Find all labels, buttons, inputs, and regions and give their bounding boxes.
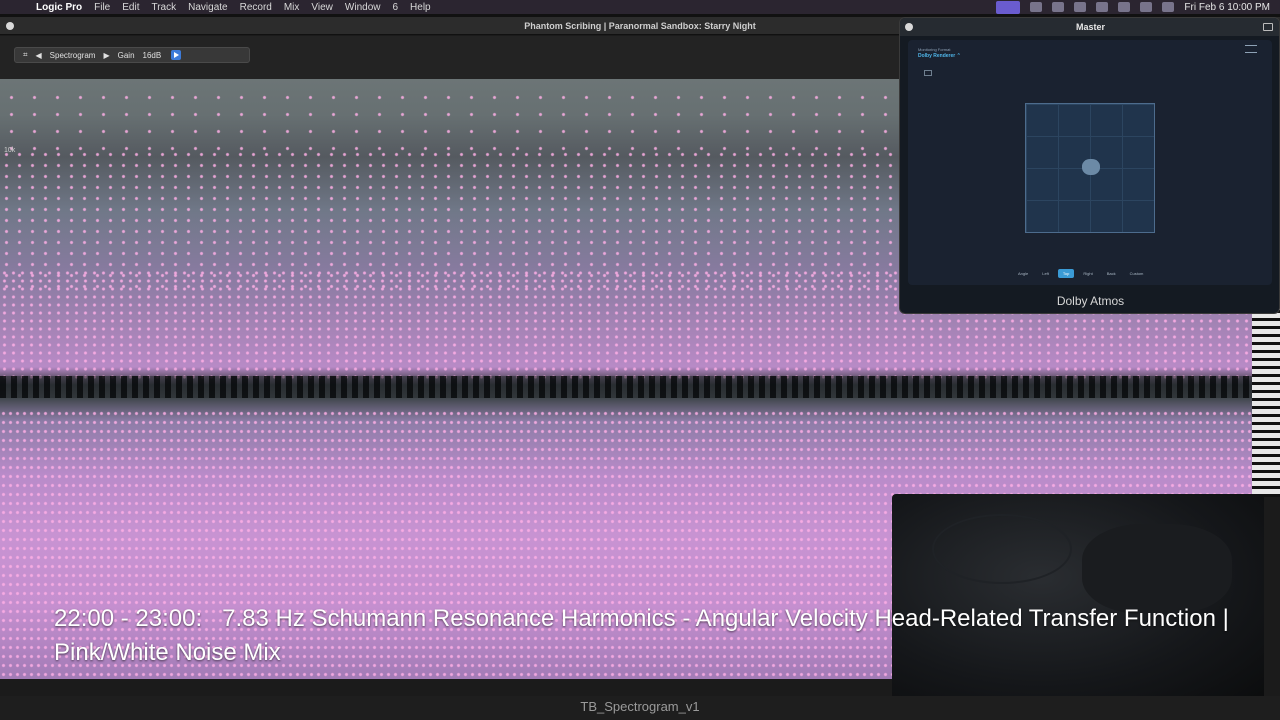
bottom-label: TB_Spectrogram_v1 xyxy=(0,696,1280,720)
view-tabs: Angle Left Top Right Back Custom xyxy=(1013,269,1148,278)
menu-6[interactable]: 6 xyxy=(392,2,398,13)
menu-view[interactable]: View xyxy=(311,2,333,13)
menu-track[interactable]: Track xyxy=(151,2,176,13)
siri-icon[interactable] xyxy=(1162,2,1175,12)
master-window: Master Monitoring Format Dolby Renderer … xyxy=(899,17,1280,314)
atmos-room-view[interactable] xyxy=(1025,103,1155,233)
menu-bar: Logic Pro File Edit Track Navigate Recor… xyxy=(0,0,1280,14)
wifi-off-icon[interactable] xyxy=(1074,2,1087,12)
next-mode-icon[interactable]: ▶ xyxy=(103,51,109,60)
list-icon[interactable] xyxy=(1245,45,1257,53)
video-content xyxy=(932,514,1072,584)
gain-value[interactable]: 16dB xyxy=(143,51,162,60)
video-overlay xyxy=(892,494,1264,702)
master-footer: Dolby Atmos xyxy=(1056,294,1125,308)
screen-share-icon[interactable] xyxy=(996,0,1021,14)
menu-edit[interactable]: Edit xyxy=(122,2,139,13)
tab-angle[interactable]: Angle xyxy=(1013,269,1033,278)
tab-custom[interactable]: Custom xyxy=(1125,269,1149,278)
spectrogram-null-band xyxy=(0,376,1252,398)
tab-right[interactable]: Right xyxy=(1078,269,1097,278)
master-window-toggle-icon[interactable] xyxy=(1263,23,1273,31)
menu-window[interactable]: Window xyxy=(345,2,381,13)
menu-mix[interactable]: Mix xyxy=(284,2,300,13)
menu-record[interactable]: Record xyxy=(240,2,272,13)
caption-text: 22:00 - 23:00: 7.83 Hz Schumann Resonanc… xyxy=(54,605,1236,666)
master-title: Master xyxy=(900,18,1279,36)
piano-keyboard-strip[interactable] xyxy=(1252,297,1280,497)
plugin-controls: ⌗ ◀ Spectrogram ▶ Gain 16dB xyxy=(14,47,250,63)
monitoring-format-select[interactable]: Dolby Renderer ⌃ xyxy=(918,53,961,59)
control-center-icon[interactable] xyxy=(1140,2,1153,12)
listener-head-icon xyxy=(1082,159,1100,175)
room-settings-icon[interactable] xyxy=(924,70,932,76)
master-close-button[interactable] xyxy=(905,23,913,31)
gain-label: Gain xyxy=(117,50,135,60)
frequency-label: 10k xyxy=(4,147,16,154)
menu-file[interactable]: File xyxy=(94,2,110,13)
menu-clock[interactable]: Fri Feb 6 10:00 PM xyxy=(1184,2,1270,13)
dolby-status-icon[interactable] xyxy=(1030,2,1043,12)
mode-select[interactable]: Spectrogram xyxy=(50,51,96,60)
prev-preset-icon[interactable]: ◀ xyxy=(36,51,42,60)
battery-icon[interactable] xyxy=(1096,2,1109,12)
status-area: Fri Feb 6 10:00 PM xyxy=(996,0,1270,14)
monitoring-format-label: Monitoring Format xyxy=(918,47,951,52)
menu-navigate[interactable]: Navigate xyxy=(188,2,227,13)
airplay-icon[interactable] xyxy=(1052,2,1065,12)
tab-left[interactable]: Left xyxy=(1037,269,1054,278)
drag-handle-icon[interactable]: ⌗ xyxy=(23,50,28,60)
play-button[interactable] xyxy=(171,50,182,60)
search-icon[interactable] xyxy=(1118,2,1131,12)
tab-top[interactable]: Top xyxy=(1057,269,1075,278)
menu-app-name[interactable]: Logic Pro xyxy=(36,2,82,13)
video-content xyxy=(1082,524,1232,614)
tab-back[interactable]: Back xyxy=(1102,269,1121,278)
menu-help[interactable]: Help xyxy=(410,2,431,13)
